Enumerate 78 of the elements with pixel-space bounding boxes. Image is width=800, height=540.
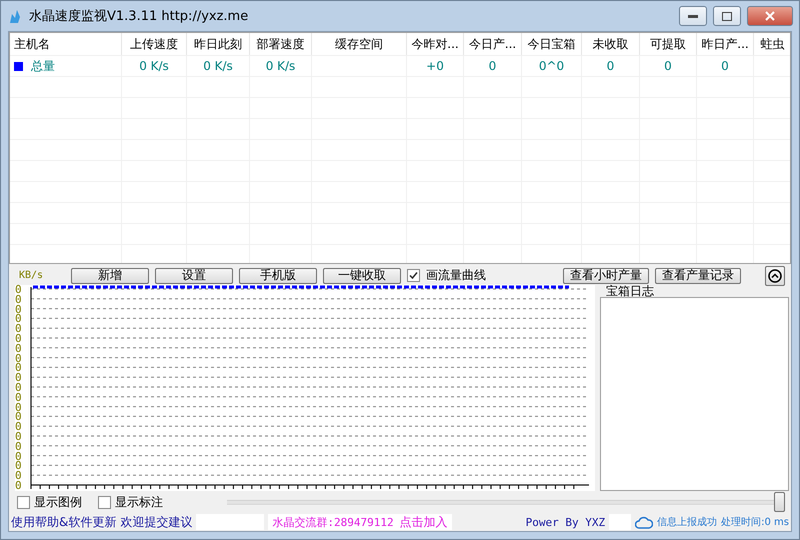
suggestion-link[interactable]: 欢迎提交建议 [120,514,192,530]
minimize-icon [688,14,698,18]
axis-tick-label: 0 [15,304,23,314]
axis-tick-label: 0 [15,442,23,452]
column-header[interactable]: 上传速度 [122,33,187,55]
checkbox[interactable] [17,496,30,508]
maximize-button[interactable] [713,6,741,26]
axis-tick-label: 0 [15,314,23,324]
column-header[interactable]: 蛀虫 [754,33,790,55]
crystal-icon [7,8,23,24]
axis-tick-label: 0 [15,373,23,383]
axis-tick-label: 0 [15,471,23,481]
column-header[interactable]: 部署速度 [250,33,312,55]
checkbox[interactable] [407,269,420,282]
window-title: 水晶速度监视V1.3.11 http://yxz.me [29,8,250,25]
table-cell: +0 [407,56,464,76]
toolbar-button[interactable]: 查看小时产量 [563,268,649,284]
axis-tick-label: 0 [15,334,23,344]
column-header[interactable]: 未收取 [582,33,640,55]
checkbox-label: 显示标注 [115,494,163,510]
close-icon [765,11,775,21]
checkbox-label: 画流量曲线 [426,267,486,284]
axis-tick-label: 0 [15,480,23,491]
join-link[interactable]: 点击加入 [400,514,448,530]
table-cell: 0 K/s [187,56,250,76]
axis-tick-label: 0 [15,324,23,334]
table-cell: 0 K/s [250,56,312,76]
check-mark-icon [409,271,418,280]
unit-label: KB/s [19,270,44,281]
column-header[interactable]: 今日产... [464,33,522,55]
axis-tick-label: 0 [15,422,23,432]
table-cell: 总量 [31,58,55,74]
toolbar-button[interactable]: 新增 [71,268,149,284]
axis-tick-label: 0 [15,382,23,393]
table-cell: 0 [464,56,522,76]
process-time-text: 处理时间:0 ms [721,516,789,529]
table-cell: 0 [640,56,697,76]
toolbar-button[interactable]: 设置 [155,268,233,284]
help-link[interactable]: 使用帮助&软件更新 [11,514,116,530]
axis-tick-label: 0 [15,452,23,462]
table-cell: 0 [697,56,754,76]
panel-title: 宝箱日志 [606,285,655,297]
table-cell: 0 [582,56,640,76]
toolbar-button[interactable]: 查看产量记录 [655,268,741,284]
column-header[interactable]: 今日宝箱 [522,33,582,55]
status-field [196,514,264,530]
collapse-button[interactable] [765,266,785,286]
axis-tick-label: 0 [15,285,23,295]
column-header[interactable]: 今昨对... [407,33,464,55]
cloud-icon [635,516,654,528]
group-info-text: 水晶交流群:289479112 [272,514,394,530]
report-status-text: 信息上报成功 [657,516,718,529]
checkbox[interactable] [98,496,111,508]
column-header[interactable]: 主机名 [10,33,122,55]
toolbar-button[interactable]: 手机版 [239,268,317,284]
minimize-button[interactable] [679,6,707,26]
column-header[interactable]: 昨日此刻 [187,33,250,55]
column-header[interactable]: 缓存空间 [312,33,407,55]
power-by-text: Power By YXZ [526,516,606,528]
column-header[interactable]: 可提取 [640,33,697,55]
axis-tick-label: 0 [15,344,23,354]
axis-tick-label: 0 [15,402,23,412]
slider-thumb[interactable] [774,492,785,512]
axis-tick-label: 0 [15,294,23,305]
axis-tick-label: 0 [15,412,23,422]
axis-tick-label: 0 [15,392,23,403]
table-cell: 0^0 [522,56,582,76]
axis-tick-label: 0 [15,354,23,364]
status-field [609,514,632,530]
close-button[interactable] [747,6,793,26]
toolbar-button[interactable]: 一键收取 [323,268,401,284]
checkbox-label: 显示图例 [34,494,82,510]
table-cell: 0 K/s [122,56,187,76]
axis-tick-label: 0 [15,461,23,472]
axis-tick-label: 0 [15,363,23,374]
column-header[interactable]: 昨日产... [697,33,754,55]
maximize-icon [722,12,732,20]
axis-tick-label: 0 [15,432,23,442]
